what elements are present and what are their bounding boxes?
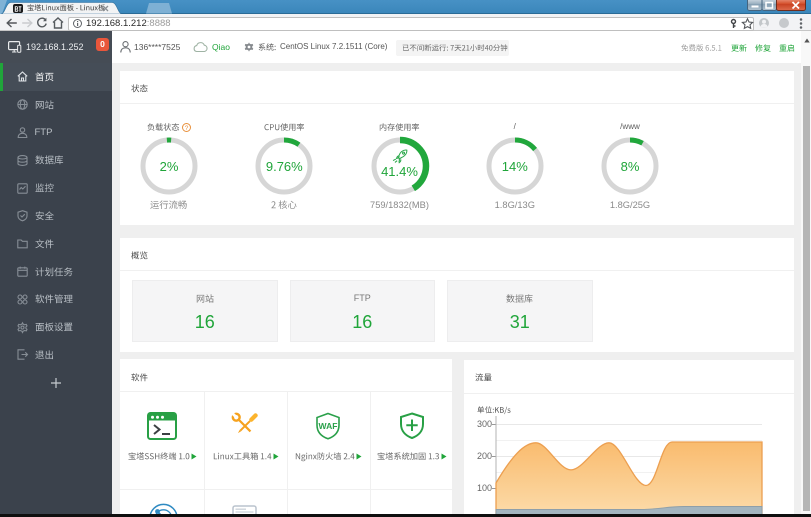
svg-text:WAF: WAF — [319, 421, 338, 431]
svg-text:?: ? — [184, 124, 188, 131]
